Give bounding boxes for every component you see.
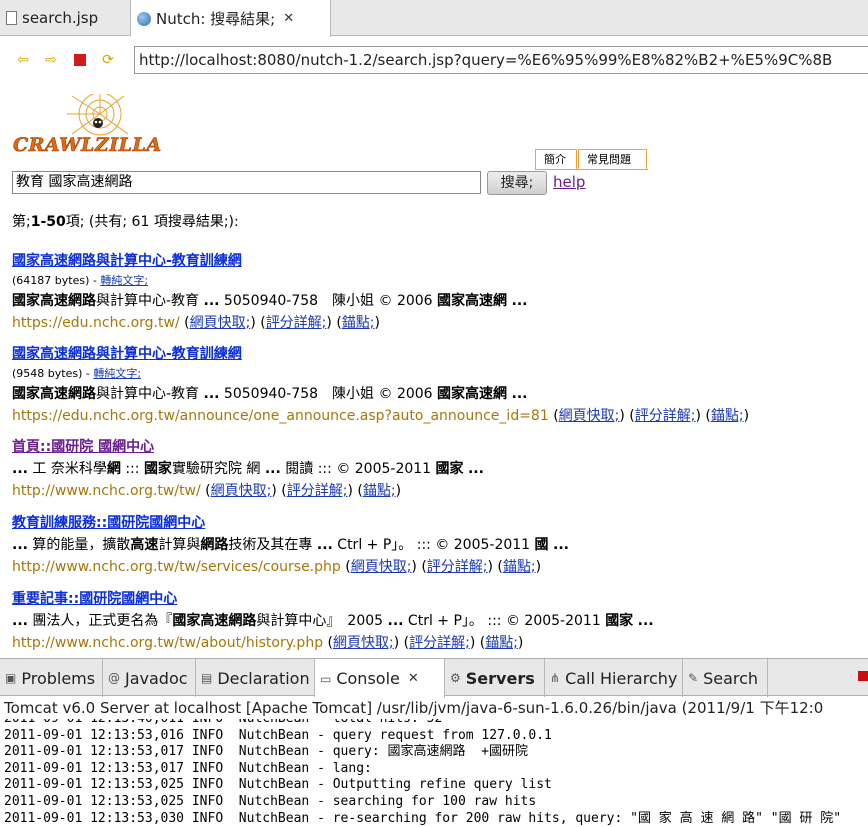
back-arrow-icon[interactable]: ⇦ — [15, 52, 31, 68]
tab-intro[interactable]: 簡介 — [535, 149, 577, 170]
editor-tab-bar: search.jsp Nutch: 搜尋結果; ✕ — [0, 0, 868, 37]
result-meta: (64187 bytes) - 轉純文字; — [12, 274, 149, 287]
servers-icon: ⚙ — [450, 671, 461, 685]
cached-link[interactable]: 網頁快取; — [333, 635, 394, 651]
tab-call-hierarchy[interactable]: ⋔ Call Hierarchy — [545, 659, 683, 697]
console-icon: ▭ — [320, 671, 332, 686]
tab-javadoc[interactable]: @ Javadoc — [103, 659, 196, 697]
explain-link[interactable]: 評分詳解; — [427, 559, 488, 575]
result-url: http://www.nchc.org.tw/tw/ — [12, 483, 201, 499]
explain-link[interactable]: 評分詳解; — [635, 408, 696, 424]
console-line: 2011-09-01 12:13:53,025 INFO NutchBean -… — [4, 777, 552, 793]
result-title-link[interactable]: 教育訓練服務::國研院國網中心 — [12, 512, 862, 532]
url-input[interactable]: http://localhost:8080/nutch-1.2/search.j… — [134, 46, 868, 74]
result-snippet: 國家高速網路與計算中心-教育 ... 5050940-758 陳小姐 © 200… — [12, 293, 528, 309]
close-icon[interactable]: ✕ — [408, 671, 419, 686]
console-line: 2011-09-01 12:13:53,025 INFO NutchBean -… — [4, 793, 537, 809]
result-meta: (9548 bytes) - 轉純文字; — [12, 367, 142, 380]
tab-console[interactable]: ▭ Console ✕ — [315, 659, 445, 698]
console-output: 2011-09-01 12:13:40,011 INFO NutchBean -… — [0, 719, 868, 827]
console-line: 2011-09-01 12:13:53,016 INFO NutchBean -… — [4, 727, 552, 743]
crawlzilla-logo: CRAWLZILLA — [12, 94, 161, 160]
help-link[interactable]: help — [553, 173, 585, 191]
browser-toolbar: ⇦ ⇨ ⟳ http://localhost:8080/nutch-1.2/se… — [0, 37, 868, 83]
result-snippet: ... 團法人，正式更名為『國家高速網路與計算中心』 2005 ... Ctrl… — [12, 613, 654, 629]
anchors-link[interactable]: 錨點; — [485, 635, 518, 651]
refresh-icon[interactable]: ⟳ — [100, 52, 116, 68]
jsp-file-icon — [6, 11, 17, 25]
javadoc-icon: @ — [108, 671, 120, 685]
result-item: 國家高速網路與計算中心-教育訓練網 (9548 bytes) - 轉純文字; 國… — [12, 343, 862, 425]
cached-link[interactable]: 網頁快取; — [211, 483, 272, 499]
cached-link[interactable]: 網頁快取; — [351, 559, 412, 575]
result-url: https://edu.nchc.org.tw/announce/one_ann… — [12, 408, 549, 424]
result-url-line: https://edu.nchc.org.tw/ (網頁快取;) (評分詳解;)… — [12, 315, 380, 331]
cached-link[interactable]: 網頁快取; — [559, 408, 620, 424]
view-tab-bar: ▣ Problems @ Javadoc ▤ Declaration ▭ Console… — [0, 658, 868, 698]
result-title-link[interactable]: 國家高速網路與計算中心-教育訓練網 — [12, 343, 862, 363]
result-summary: 第;1-50項; (共有; 61 項搜尋結果;): — [12, 214, 239, 230]
tab-label: search.jsp — [22, 9, 99, 27]
explain-link[interactable]: 評分詳解; — [409, 635, 470, 651]
result-title-link[interactable]: 首頁::國研院 國網中心 — [12, 436, 862, 456]
tab-servers[interactable]: ⚙ Servers — [445, 659, 545, 697]
console-line: 2011-09-01 12:13:53,017 INFO NutchBean -… — [4, 760, 372, 776]
tab-search-jsp[interactable]: search.jsp — [0, 0, 131, 36]
result-url-line: http://www.nchc.org.tw/tw/ (網頁快取;) (評分詳解… — [12, 483, 402, 499]
anchors-link[interactable]: 錨點; — [342, 315, 375, 331]
result-snippet: ... 工 奈米科學網 ::: 國家實驗研究院 網 ... 閱讀 ::: © 2… — [12, 461, 484, 477]
result-title-link[interactable]: 國家高速網路與計算中心-教育訓練網 — [12, 250, 862, 270]
result-item: 國家高速網路與計算中心-教育訓練網 (64187 bytes) - 轉純文字; … — [12, 250, 862, 332]
divider — [536, 169, 648, 170]
console-line: 2011-09-01 12:13:53,017 INFO NutchBean -… — [4, 744, 528, 760]
result-item: 首頁::國研院 國網中心 ... 工 奈米科學網 ::: 國家實驗研究院 網 .… — [12, 436, 862, 500]
search-button[interactable]: 搜尋; — [487, 171, 547, 195]
console-status: Tomcat v6.0 Server at localhost [Apache … — [4, 699, 824, 717]
explain-link[interactable]: 評分詳解; — [287, 483, 348, 499]
tab-declaration[interactable]: ▤ Declaration — [196, 659, 315, 697]
terminate-icon[interactable] — [858, 671, 868, 681]
stop-icon[interactable] — [74, 54, 86, 66]
search-results-page: CRAWLZILLA 簡介 常見問題 教育 國家高速網路 搜尋; help 第;… — [0, 84, 868, 656]
result-item: 教育訓練服務::國研院國網中心 ... 算的能量，擴散高速計算與網路技術及其在專… — [12, 512, 862, 576]
result-url: https://edu.nchc.org.tw/ — [12, 315, 180, 331]
globe-icon — [137, 11, 151, 26]
result-url-line: http://www.nchc.org.tw/tw/services/cours… — [12, 559, 542, 575]
tab-faq[interactable]: 常見問題 — [578, 149, 647, 170]
plain-text-link[interactable]: 轉純文字; — [100, 274, 148, 287]
anchors-link[interactable]: 錨點; — [363, 483, 396, 499]
declaration-icon: ▤ — [201, 671, 213, 685]
result-url: http://www.nchc.org.tw/tw/about/history.… — [12, 635, 324, 651]
search-input[interactable]: 教育 國家高速網路 — [12, 171, 481, 194]
result-snippet: ... 算的能量，擴散高速計算與網路技術及其在專 ... Ctrl + P」。 … — [12, 537, 569, 553]
search-icon: ✎ — [688, 671, 699, 685]
anchors-link[interactable]: 錨點; — [711, 408, 744, 424]
console-line: 2011-09-01 12:13:40,011 INFO NutchBean -… — [4, 719, 868, 728]
result-item: 重要記事::國研院國網中心 ... 團法人，正式更名為『國家高速網路與計算中心』… — [12, 588, 862, 652]
tab-label: Nutch: 搜尋結果; — [156, 10, 276, 28]
plain-text-link[interactable]: 轉純文字; — [93, 367, 141, 380]
problems-icon: ▣ — [5, 671, 17, 685]
close-icon[interactable]: ✕ — [283, 11, 294, 26]
tab-nutch-results[interactable]: Nutch: 搜尋結果; ✕ — [131, 0, 331, 37]
result-url-line: http://www.nchc.org.tw/tw/about/history.… — [12, 635, 524, 651]
console-line: 2011-09-01 12:13:53,030 INFO NutchBean -… — [4, 810, 842, 826]
logo-text: CRAWLZILLA — [13, 134, 162, 157]
result-title-link[interactable]: 重要記事::國研院國網中心 — [12, 588, 862, 608]
anchors-link[interactable]: 錨點; — [503, 559, 536, 575]
cached-link[interactable]: 網頁快取; — [190, 315, 251, 331]
result-url-line: https://edu.nchc.org.tw/announce/one_ann… — [12, 408, 750, 424]
result-url: http://www.nchc.org.tw/tw/services/cours… — [12, 559, 341, 575]
tab-search[interactable]: ✎ Search — [683, 659, 768, 697]
result-snippet: 國家高速網路與計算中心-教育 ... 5050940-758 陳小姐 © 200… — [12, 386, 528, 402]
tab-problems[interactable]: ▣ Problems — [0, 659, 103, 697]
call-hierarchy-icon: ⋔ — [550, 671, 561, 685]
explain-link[interactable]: 評分詳解; — [266, 315, 327, 331]
forward-arrow-icon[interactable]: ⇨ — [43, 52, 59, 68]
